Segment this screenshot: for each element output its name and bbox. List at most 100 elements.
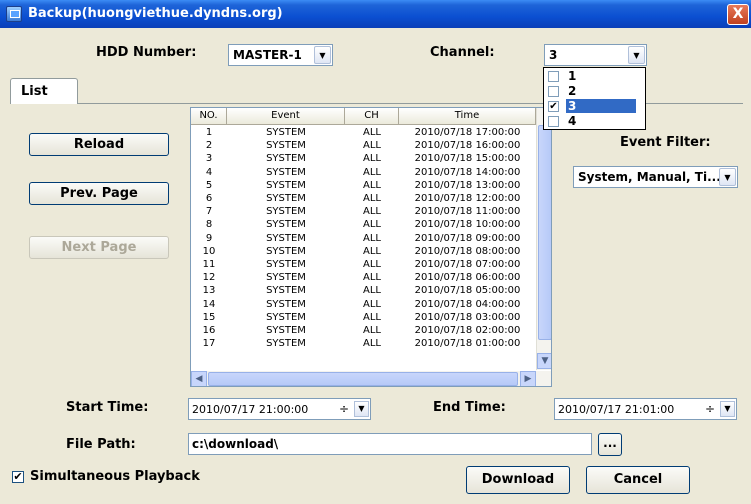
start-time-value: 2010/07/17 21:00:00: [192, 403, 309, 416]
cell-ch: ALL: [363, 153, 381, 165]
cell-time: 2010/07/18 10:00:00: [414, 219, 521, 231]
table-row[interactable]: 11 SYSTEM ALL 2010/07/18 07:00:00: [191, 258, 536, 271]
spinner-icon[interactable]: ÷: [702, 401, 718, 417]
title-bar[interactable]: Backup(huongviethue.dyndns.org) X: [0, 0, 751, 28]
table-row[interactable]: 7 SYSTEM ALL 2010/07/18 11:00:00: [191, 205, 536, 218]
cell-ch: ALL: [363, 285, 381, 297]
cell-ch: ALL: [363, 272, 381, 284]
cell-time: 2010/07/18 11:00:00: [414, 206, 521, 218]
channel-option-checkbox[interactable]: [548, 86, 559, 97]
cell-event: SYSTEM: [266, 259, 306, 270]
table-row[interactable]: 12 SYSTEM ALL 2010/07/18 06:00:00: [191, 271, 536, 284]
table-row[interactable]: 2 SYSTEM ALL 2010/07/18 16:00:00: [191, 139, 536, 152]
channel-option-3[interactable]: ✔ 3: [544, 99, 645, 114]
column-header-no[interactable]: NO.: [191, 108, 227, 125]
prev-page-button[interactable]: Prev. Page: [29, 182, 169, 205]
cell-ch: ALL: [363, 259, 381, 270]
cell-no: 12: [202, 272, 216, 284]
start-time-label: Start Time:: [66, 400, 149, 415]
cell-no: 17: [202, 338, 216, 350]
channel-option-4[interactable]: 4: [544, 114, 645, 129]
channel-dropdown-list[interactable]: 1 2 ✔ 3 4: [543, 67, 646, 130]
browse-button[interactable]: ...: [598, 433, 622, 456]
channel-option-checkbox[interactable]: [548, 116, 559, 127]
column-header-ch[interactable]: CH: [345, 108, 399, 125]
horizontal-scroll-thumb[interactable]: [208, 372, 518, 386]
cancel-button[interactable]: Cancel: [586, 466, 690, 494]
table-row[interactable]: 3 SYSTEM ALL 2010/07/18 15:00:00: [191, 152, 536, 165]
cell-event: SYSTEM: [266, 206, 306, 218]
cell-no: 7: [205, 206, 213, 218]
tab-list[interactable]: List: [10, 78, 78, 104]
next-page-button[interactable]: Next Page: [29, 236, 169, 259]
cell-time: 2010/07/18 09:00:00: [414, 232, 521, 244]
cell-event: SYSTEM: [266, 285, 306, 297]
cell-no: 13: [202, 285, 216, 297]
table-row[interactable]: 16 SYSTEM ALL 2010/07/18 02:00:00: [191, 324, 536, 337]
chevron-down-icon[interactable]: ▼: [720, 401, 735, 417]
table-row[interactable]: 5 SYSTEM ALL 2010/07/18 13:00:00: [191, 179, 536, 192]
cell-event: SYSTEM: [266, 245, 306, 257]
hdd-number-select[interactable]: MASTER-1 ▼: [228, 44, 333, 66]
download-button[interactable]: Download: [466, 466, 570, 494]
table-row[interactable]: 9 SYSTEM ALL 2010/07/18 09:00:00: [191, 232, 536, 245]
tab-list-label: List: [21, 84, 48, 99]
reload-button[interactable]: Reload: [29, 133, 169, 156]
cell-time: 2010/07/18 13:00:00: [414, 179, 521, 191]
table-row[interactable]: 6 SYSTEM ALL 2010/07/18 12:00:00: [191, 192, 536, 205]
table-row[interactable]: 14 SYSTEM ALL 2010/07/18 04:00:00: [191, 298, 536, 311]
table-row[interactable]: 10 SYSTEM ALL 2010/07/18 08:00:00: [191, 245, 536, 258]
start-time-field[interactable]: 2010/07/17 21:00:00 ÷ ▼: [188, 398, 371, 420]
table-row[interactable]: 17 SYSTEM ALL 2010/07/18 01:00:00: [191, 337, 536, 350]
cell-event: SYSTEM: [266, 219, 306, 231]
cell-event: SYSTEM: [266, 193, 306, 204]
cell-time: 2010/07/18 01:00:00: [414, 338, 521, 350]
scroll-down-icon[interactable]: ▼: [537, 353, 551, 369]
event-filter-select[interactable]: System, Manual, Ti... ▼: [573, 166, 738, 188]
simultaneous-playback-label: Simultaneous Playback: [30, 469, 200, 484]
cell-ch: ALL: [363, 325, 381, 336]
vertical-scrollbar[interactable]: ▼: [536, 108, 551, 370]
column-header-time[interactable]: Time: [399, 108, 536, 125]
channel-option-label: 4: [568, 114, 577, 128]
spinner-icon[interactable]: ÷: [336, 401, 352, 417]
event-filter-label: Event Filter:: [620, 135, 711, 150]
cell-no: 16: [202, 325, 216, 336]
table-row[interactable]: 13 SYSTEM ALL 2010/07/18 05:00:00: [191, 284, 536, 297]
channel-option-1[interactable]: 1: [544, 69, 645, 84]
file-path-input[interactable]: c:\download\: [188, 433, 592, 455]
channel-option-checkbox[interactable]: ✔: [548, 101, 559, 112]
channel-option-2[interactable]: 2: [544, 84, 645, 99]
cell-time: 2010/07/18 15:00:00: [414, 153, 521, 165]
hdd-number-label: HDD Number:: [96, 45, 197, 60]
channel-option-checkbox[interactable]: [548, 71, 559, 82]
close-button[interactable]: X: [727, 4, 749, 25]
scroll-right-icon[interactable]: ▶: [520, 371, 536, 386]
cell-ch: ALL: [363, 193, 381, 204]
channel-label: Channel:: [430, 45, 495, 60]
column-header-event[interactable]: Event: [227, 108, 345, 125]
end-time-label: End Time:: [433, 400, 506, 415]
simultaneous-playback-checkbox[interactable]: ✔: [12, 471, 24, 483]
event-table[interactable]: NO. Event CH Time 1 SYSTEM ALL 2010/07/18 1…: [190, 107, 552, 387]
vertical-scroll-thumb[interactable]: [538, 125, 551, 340]
cell-ch: ALL: [363, 311, 381, 323]
cell-time: 2010/07/18 08:00:00: [414, 245, 521, 257]
cell-time: 2010/07/18 12:00:00: [414, 193, 521, 204]
scroll-left-icon[interactable]: ◀: [191, 371, 207, 386]
cell-time: 2010/07/18 16:00:00: [414, 140, 521, 152]
cell-event: SYSTEM: [266, 311, 306, 323]
table-row[interactable]: 15 SYSTEM ALL 2010/07/18 03:00:00: [191, 311, 536, 324]
chevron-down-icon[interactable]: ▼: [719, 168, 736, 186]
table-row[interactable]: 8 SYSTEM ALL 2010/07/18 10:00:00: [191, 218, 536, 231]
table-row[interactable]: 4 SYSTEM ALL 2010/07/18 14:00:00: [191, 166, 536, 179]
cell-time: 2010/07/18 07:00:00: [414, 259, 521, 270]
table-row[interactable]: 1 SYSTEM ALL 2010/07/18 17:00:00: [191, 126, 536, 139]
chevron-down-icon[interactable]: ▼: [314, 46, 331, 64]
chevron-down-icon[interactable]: ▼: [628, 46, 645, 64]
channel-select[interactable]: 3 ▼: [544, 44, 647, 66]
end-time-field[interactable]: 2010/07/17 21:01:00 ÷ ▼: [554, 398, 737, 420]
horizontal-scrollbar[interactable]: ◀ ▶: [191, 371, 551, 386]
cell-no: 3: [205, 153, 213, 165]
chevron-down-icon[interactable]: ▼: [354, 401, 369, 417]
